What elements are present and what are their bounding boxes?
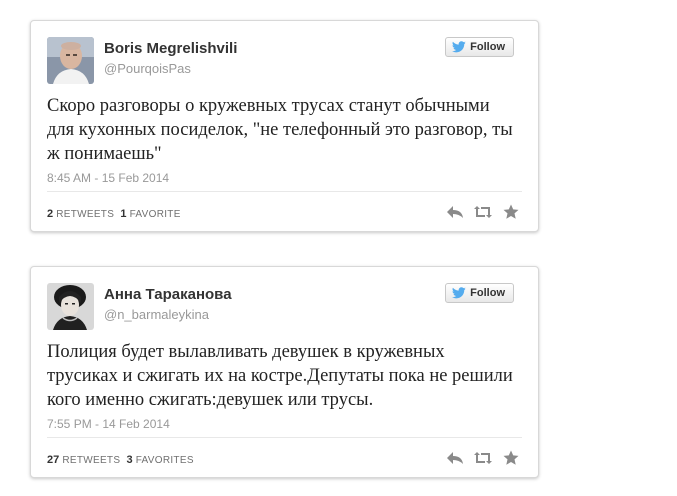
divider bbox=[47, 191, 522, 192]
tweet-timestamp[interactable]: 8:45 AM - 15 Feb 2014 bbox=[47, 171, 169, 185]
avatar[interactable] bbox=[47, 283, 94, 330]
author-name[interactable]: Boris Megrelishvili bbox=[104, 40, 237, 57]
author-handle[interactable]: @PourqoisPas bbox=[104, 61, 191, 76]
divider bbox=[47, 437, 522, 438]
tweet-actions bbox=[438, 203, 522, 221]
reply-icon[interactable] bbox=[444, 203, 466, 221]
favorites-count[interactable]: 1 bbox=[120, 208, 126, 220]
retweets-count[interactable]: 2 bbox=[47, 208, 53, 220]
avatar[interactable] bbox=[47, 37, 94, 84]
retweet-icon[interactable] bbox=[472, 203, 494, 221]
favorites-count[interactable]: 3 bbox=[126, 454, 132, 466]
twitter-bird-icon bbox=[452, 41, 466, 53]
favorites-label[interactable]: FAVORITE bbox=[130, 209, 181, 220]
tweet-actions bbox=[438, 449, 522, 467]
follow-label: Follow bbox=[470, 287, 505, 299]
twitter-bird-icon bbox=[452, 287, 466, 299]
tweet-card: Анна Тараканова @n_barmaleykina Follow П… bbox=[30, 266, 539, 478]
author-handle[interactable]: @n_barmaleykina bbox=[104, 307, 209, 322]
follow-label: Follow bbox=[470, 41, 505, 53]
favorites-label[interactable]: FAVORITES bbox=[136, 455, 194, 466]
retweet-icon[interactable] bbox=[472, 449, 494, 467]
favorite-star-icon[interactable] bbox=[500, 203, 522, 221]
favorite-star-icon[interactable] bbox=[500, 449, 522, 467]
tweet-text: Полиция будет вылавливать девушек в круж… bbox=[47, 342, 513, 410]
retweets-label[interactable]: RETWEETS bbox=[56, 209, 114, 220]
page: Boris Megrelishvili @PourqoisPas Follow … bbox=[0, 0, 677, 496]
author-name[interactable]: Анна Тараканова bbox=[104, 286, 232, 303]
tweet-stats: 2 RETWEETS 1 FAVORITE bbox=[47, 208, 181, 220]
retweets-count[interactable]: 27 bbox=[47, 454, 59, 466]
follow-button[interactable]: Follow bbox=[445, 37, 514, 57]
retweets-label[interactable]: RETWEETS bbox=[62, 455, 120, 466]
follow-button[interactable]: Follow bbox=[445, 283, 514, 303]
tweet-text: Скоро разговоры о кружевных трусах стану… bbox=[47, 96, 513, 164]
tweet-timestamp[interactable]: 7:55 PM - 14 Feb 2014 bbox=[47, 417, 170, 431]
tweet-stats: 27 RETWEETS 3 FAVORITES bbox=[47, 454, 194, 466]
tweet-card: Boris Megrelishvili @PourqoisPas Follow … bbox=[30, 20, 539, 232]
reply-icon[interactable] bbox=[444, 449, 466, 467]
